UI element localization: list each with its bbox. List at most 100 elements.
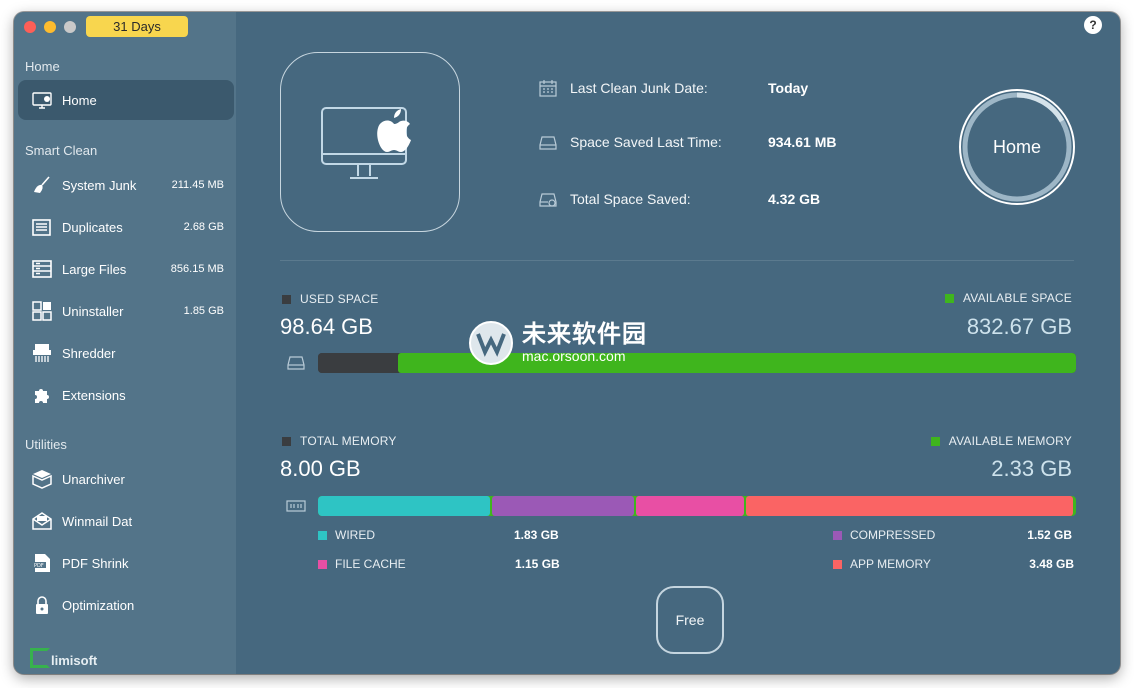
sidebar-item-size: 211.45 MB xyxy=(171,179,224,191)
legend-app-memory: APP MEMORY xyxy=(833,557,931,571)
legend-label: WIRED xyxy=(335,528,375,542)
sidebar-item-label: Winmail Dat xyxy=(62,513,133,529)
memory-usage-bar xyxy=(318,496,1076,516)
total-memory-value: 8.00 GB xyxy=(280,456,361,481)
shredder-icon xyxy=(31,342,53,364)
minimize-window-button[interactable] xyxy=(44,21,56,33)
available-space-value: 832.67 GB xyxy=(966,314,1072,339)
sidebar-item-unarchiver[interactable]: Unarchiver xyxy=(18,459,234,499)
computer-tile xyxy=(280,52,460,232)
brand-name: limisoft xyxy=(51,653,98,668)
main-panel: ? Last Clean Junk Date: Today Space Save… xyxy=(236,12,1120,674)
pdf-icon: PDF xyxy=(31,552,53,574)
watermark-text: 未来软件园 mac.orsoon.com xyxy=(522,322,647,365)
imac-apple-icon xyxy=(321,107,411,179)
total-memory-caption: TOTAL MEMORY xyxy=(282,434,397,448)
sidebar-item-extensions[interactable]: Extensions xyxy=(18,375,234,415)
sidebar-item-size: 2.68 GB xyxy=(183,221,224,233)
sidebar-item-label: PDF Shrink xyxy=(62,555,129,571)
sidebar-item-label: Optimization xyxy=(62,597,135,613)
puzzle-icon xyxy=(31,384,53,406)
sidebar-item-size: 856.15 MB xyxy=(170,263,224,275)
memory-segment-compressed xyxy=(491,496,635,516)
legend-swatch xyxy=(318,530,327,540)
watermark-logo-icon xyxy=(469,321,513,365)
last-clean-label: Last Clean Junk Date: xyxy=(570,80,708,96)
sidebar: 31 Days Home Home Smart Clean System Jun… xyxy=(14,12,236,674)
sidebar-item-winmail-dat[interactable]: Winmail Dat xyxy=(18,501,234,541)
help-button[interactable]: ? xyxy=(1084,16,1102,34)
legend-label: FILE CACHE xyxy=(335,557,406,571)
legend-compressed: COMPRESSED xyxy=(833,528,935,542)
sidebar-item-label: Uninstaller xyxy=(62,303,124,319)
window-controls xyxy=(24,21,76,33)
sidebar-item-label: Extensions xyxy=(62,387,126,403)
total-saved-label: Total Space Saved: xyxy=(570,191,691,207)
sidebar-item-home[interactable]: Home xyxy=(18,80,234,120)
sidebar-item-uninstaller[interactable]: Uninstaller 1.85 GB xyxy=(18,291,234,331)
legend-label: COMPRESSED xyxy=(850,528,936,542)
space-saved-last-label: Space Saved Last Time: xyxy=(570,134,722,150)
sidebar-item-shredder[interactable]: Shredder xyxy=(18,333,234,373)
memory-segment-wired xyxy=(318,496,490,516)
sidebar-item-system-junk[interactable]: System Junk 211.45 MB xyxy=(18,165,234,205)
app-window: 31 Days Home Home Smart Clean System Jun… xyxy=(14,12,1120,674)
legend-swatch xyxy=(833,530,842,540)
disk-usage-bar xyxy=(318,353,1076,373)
divider xyxy=(280,260,1074,261)
free-memory-button[interactable]: Free xyxy=(656,586,724,654)
watermark: 未来软件园 mac.orsoon.com xyxy=(468,320,647,366)
available-memory-label: AVAILABLE MEMORY xyxy=(948,434,1072,448)
zoom-window-button[interactable] xyxy=(64,21,76,33)
available-swatch xyxy=(944,293,954,303)
disk-used-segment xyxy=(318,353,399,373)
total-saved-value: 4.32 GB xyxy=(768,191,821,207)
sidebar-item-optimization[interactable]: Optimization xyxy=(18,585,234,625)
available-memory-caption: AVAILABLE MEMORY xyxy=(930,434,1072,448)
legend-swatch xyxy=(318,559,327,569)
legend-value-wired: 1.83 GB xyxy=(514,528,559,542)
disk-icon xyxy=(287,356,305,370)
brand-mark-icon xyxy=(30,648,50,668)
broom-icon xyxy=(31,174,53,196)
info-total-saved: Total Space Saved: 4.32 GB xyxy=(538,189,820,209)
drive-clock-icon xyxy=(539,193,557,207)
home-scan-button[interactable]: Home xyxy=(958,88,1076,206)
apps-grid-icon xyxy=(31,300,53,322)
imac-icon xyxy=(31,89,53,111)
used-space-label: USED SPACE xyxy=(300,292,379,306)
info-last-clean: Last Clean Junk Date: Today xyxy=(538,78,808,98)
legend-label: APP MEMORY xyxy=(850,557,931,571)
close-window-button[interactable] xyxy=(24,21,36,33)
calendar-icon xyxy=(539,80,557,97)
sidebar-item-label: Home xyxy=(62,92,97,108)
sidebar-item-size: 1.85 GB xyxy=(183,305,224,317)
legend-swatch xyxy=(833,559,842,569)
sidebar-item-label: System Junk xyxy=(62,177,137,193)
trial-days-badge[interactable]: 31 Days xyxy=(86,16,188,37)
total-memory-label: TOTAL MEMORY xyxy=(300,434,397,448)
memory-segment-file-cache xyxy=(636,496,745,516)
sidebar-item-large-files[interactable]: Large Files 856.15 MB xyxy=(18,249,234,289)
last-clean-value: Today xyxy=(768,80,809,96)
sidebar-item-duplicates[interactable]: Duplicates 2.68 GB xyxy=(18,207,234,247)
ram-icon xyxy=(286,500,306,512)
used-swatch xyxy=(282,294,291,304)
available-space-label: AVAILABLE SPACE xyxy=(962,291,1072,305)
legend-value-compressed: 1.52 GB xyxy=(1027,528,1072,542)
legend-file-cache: FILE CACHE xyxy=(318,557,406,571)
legend-wired: WIRED xyxy=(318,528,375,542)
sidebar-item-pdf-shrink[interactable]: PDF PDF Shrink xyxy=(18,543,234,583)
sidebar-section-smart-clean: Smart Clean xyxy=(25,143,98,158)
sidebar-section-utilities: Utilities xyxy=(25,437,67,452)
sidebar-item-label: Large Files xyxy=(62,261,127,277)
used-space-value: 98.64 GB xyxy=(280,314,373,339)
available-space-caption: AVAILABLE SPACE xyxy=(944,291,1072,305)
used-space-caption: USED SPACE xyxy=(282,292,378,306)
watermark-url: mac.orsoon.com xyxy=(522,348,626,364)
info-space-saved-last: Space Saved Last Time: 934.61 MB xyxy=(538,132,836,152)
duplicates-icon xyxy=(31,216,53,238)
brand-logo: limisoft xyxy=(30,648,97,668)
svg-text:PDF: PDF xyxy=(34,563,44,569)
sidebar-item-label: Unarchiver xyxy=(62,471,125,487)
